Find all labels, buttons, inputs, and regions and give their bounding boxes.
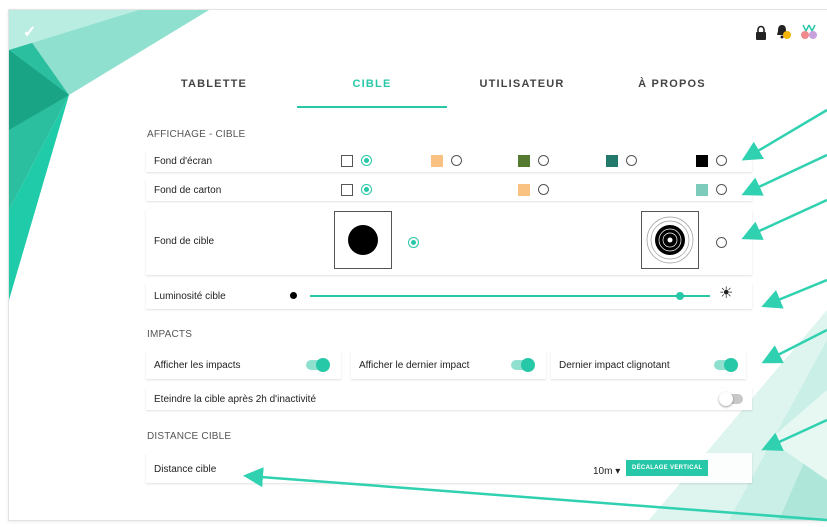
distance-dropdown[interactable]: 10m ▾	[593, 466, 620, 477]
target-bg-radio-ring[interactable]	[716, 237, 727, 248]
section-title-distance: DISTANCE CIBLE	[147, 431, 232, 442]
tab-cible[interactable]: CIBLE	[297, 78, 447, 90]
target-bg-radio-disc[interactable]	[408, 237, 419, 248]
card-bg-radio-orange[interactable]	[538, 184, 549, 195]
dark-dot-icon	[290, 292, 297, 299]
impact-toggle-row-2: Afficher le dernier impact	[351, 351, 546, 379]
white-swatch	[341, 184, 353, 196]
blinking-impact-toggle[interactable]	[714, 358, 738, 372]
show-last-impact-toggle[interactable]	[511, 358, 535, 372]
screen-bg-radio-olive[interactable]	[538, 155, 549, 166]
sun-icon: ☀	[719, 285, 734, 302]
screen-bg-radio-black[interactable]	[716, 155, 727, 166]
section-title-impacts: IMPACTS	[147, 329, 193, 340]
screen-bg-radio-orange[interactable]	[451, 155, 462, 166]
notification-bell-icon[interactable]	[775, 24, 791, 40]
tab-utilisateur[interactable]: UTILISATEUR	[447, 78, 597, 90]
tab-bar: TABLETTE CIBLE UTILISATEUR À PROPOS	[149, 78, 749, 112]
distance-label: Distance cible	[154, 464, 217, 475]
mint-swatch	[696, 184, 708, 196]
vertical-offset-button[interactable]: DÉCALAGE VERTICAL	[626, 460, 709, 476]
card-bg-radio-white[interactable]	[361, 184, 372, 195]
sleep-toggle[interactable]	[719, 392, 743, 406]
target-bg-row: Fond de cible	[146, 209, 752, 275]
brightness-slider-track[interactable]	[310, 295, 710, 297]
blinking-impact-label: Dernier impact clignotant	[559, 360, 670, 371]
distance-row: Distance cible 10m ▾ DÉCALAGE VERTICAL	[146, 453, 752, 483]
show-impacts-toggle[interactable]	[306, 358, 330, 372]
card-bg-label: Fond de carton	[154, 185, 222, 196]
black-swatch	[696, 155, 708, 167]
white-swatch	[341, 155, 353, 167]
show-last-impact-label: Afficher le dernier impact	[359, 360, 470, 371]
lock-icon[interactable]	[755, 25, 767, 40]
teal-swatch	[606, 155, 618, 167]
brightness-row: Luminosité cible ☀	[146, 283, 752, 309]
screen-bg-label: Fond d'écran	[154, 156, 213, 167]
section-title-display: AFFICHAGE - CIBLE	[147, 129, 246, 140]
tab-a-propos[interactable]: À PROPOS	[597, 78, 747, 90]
orange-swatch	[518, 184, 530, 196]
brightness-label: Luminosité cible	[154, 291, 226, 302]
active-tab-indicator	[297, 106, 447, 108]
black-disc-target-preview	[334, 211, 392, 269]
screen-bg-radio-white[interactable]	[361, 155, 372, 166]
orange-swatch	[431, 155, 443, 167]
app-window: ✓ TABLETTE CIBLE UTILISATEUR À PROPOS AF…	[8, 9, 827, 521]
olive-swatch	[518, 155, 530, 167]
card-bg-row: Fond de carton	[146, 179, 752, 201]
card-bg-radio-mint[interactable]	[716, 184, 727, 195]
brightness-slider-thumb[interactable]	[676, 292, 684, 300]
impact-toggle-row-1: Afficher les impacts	[146, 351, 341, 379]
screen-bg-row: Fond d'écran	[146, 150, 752, 172]
target-bg-label: Fond de cible	[154, 236, 215, 247]
sleep-label: Eteindre la cible après 2h d'inactivité	[154, 394, 317, 405]
screen-bg-radio-teal[interactable]	[626, 155, 637, 166]
impact-toggle-row-3: Dernier impact clignotant	[551, 351, 746, 379]
medals-icon[interactable]	[799, 24, 819, 40]
sleep-row: Eteindre la cible après 2h d'inactivité	[146, 388, 752, 410]
ring-target-preview	[641, 211, 699, 269]
show-impacts-label: Afficher les impacts	[154, 360, 241, 371]
tab-tablette[interactable]: TABLETTE	[139, 78, 289, 90]
checkmark-icon[interactable]: ✓	[23, 22, 36, 42]
